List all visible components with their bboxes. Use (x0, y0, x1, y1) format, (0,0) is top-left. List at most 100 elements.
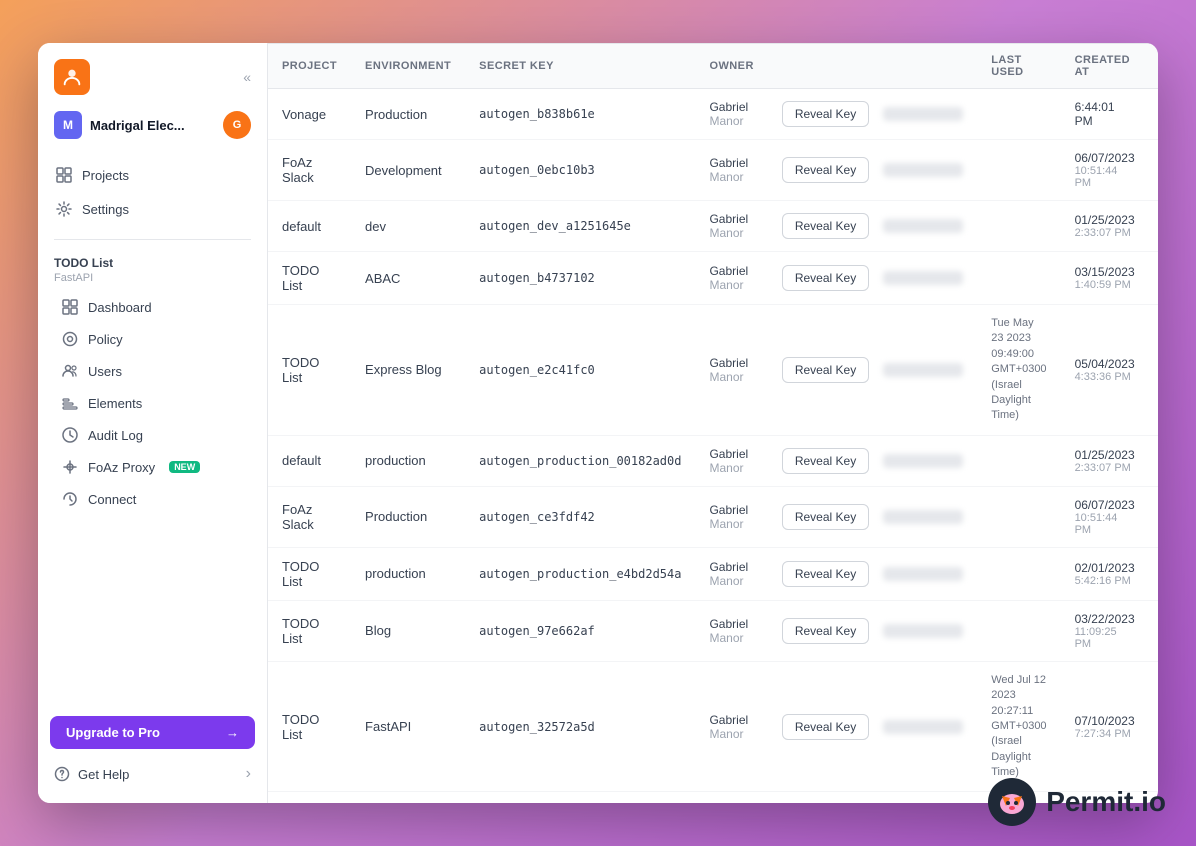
cell-reveal[interactable]: Reveal Key (768, 305, 977, 436)
cell-project: TODO List (268, 547, 351, 600)
reveal-key-button[interactable]: Reveal Key (782, 265, 869, 291)
cell-project: TODO List (268, 600, 351, 661)
grid-icon (56, 167, 72, 183)
cell-secret-key: autogen_ce3fdf42 (465, 486, 695, 547)
cell-actions[interactable]: ⋮ (1149, 486, 1158, 547)
reveal-key-button[interactable]: Reveal Key (782, 448, 869, 474)
cell-owner: GabrielManor (695, 89, 767, 140)
table-row: FoAz SlackProductionautogen_ce3fdf42Gabr… (268, 486, 1158, 547)
cell-project: TODO List (268, 792, 351, 803)
cell-actions[interactable]: ⋮ (1149, 252, 1158, 305)
col-owner: Owner (695, 44, 767, 89)
cell-actions[interactable]: ⋮ (1149, 89, 1158, 140)
app-window: « M Madrigal Elec... G Projects (38, 43, 1158, 803)
reveal-key-button[interactable]: Reveal Key (782, 561, 869, 587)
sidebar-collapse-button[interactable]: « (243, 69, 251, 85)
cell-owner: GabrielManor (695, 661, 767, 792)
cell-actions[interactable]: ⋮ (1149, 435, 1158, 486)
cell-actions[interactable]: ⋮ (1149, 600, 1158, 661)
cell-reveal[interactable]: Reveal Key (768, 661, 977, 792)
table-row: VonageProductionautogen_b838b61eGabrielM… (268, 89, 1158, 140)
cell-last-used (977, 486, 1060, 547)
get-help-row[interactable]: Get Help › (50, 757, 255, 791)
project-subtitle: FastAPI (54, 272, 251, 284)
reveal-key-button[interactable]: Reveal Key (782, 157, 869, 183)
sidebar-item-audit-log[interactable]: Audit Log (54, 420, 251, 450)
sidebar-item-dashboard[interactable]: Dashboard (54, 292, 251, 322)
cell-reveal[interactable]: Reveal Key (768, 600, 977, 661)
sidebar-item-policy[interactable]: Policy (54, 324, 251, 354)
cell-reveal[interactable]: Reveal Key (768, 201, 977, 252)
cell-actions[interactable]: ⋮ (1149, 140, 1158, 201)
table-row: TODO ListFastAPIautogen_32572a5dGabrielM… (268, 661, 1158, 792)
reveal-key-button[interactable]: Reveal Key (782, 504, 869, 530)
cell-reveal[interactable]: Reveal Key (768, 792, 977, 803)
cell-environment: Express Blog (351, 305, 465, 436)
audit-log-label: Audit Log (88, 428, 143, 443)
cell-project: TODO List (268, 305, 351, 436)
cell-owner: GabrielManor (695, 547, 767, 600)
cell-created-at: 03/15/20231:40:59 PM (1061, 252, 1149, 305)
cell-reveal[interactable]: Reveal Key (768, 89, 977, 140)
reveal-key-button[interactable]: Reveal Key (782, 714, 869, 740)
get-help-label: Get Help (78, 767, 129, 782)
reveal-key-button[interactable]: Reveal Key (782, 213, 869, 239)
cell-actions[interactable]: ⋮ (1149, 547, 1158, 600)
new-badge: NEW (169, 461, 200, 473)
settings-label: Settings (82, 202, 129, 217)
cell-reveal[interactable]: Reveal Key (768, 547, 977, 600)
reveal-key-button[interactable]: Reveal Key (782, 357, 869, 383)
cell-reveal[interactable]: Reveal Key (768, 252, 977, 305)
sidebar-item-projects[interactable]: Projects (46, 159, 259, 191)
sidebar-item-users[interactable]: Users (54, 356, 251, 386)
cell-created-at: 03/22/202311:09:25 PM (1061, 600, 1149, 661)
blurred-key (883, 219, 963, 233)
sidebar-header: « (38, 43, 267, 103)
cell-project: Vonage (268, 89, 351, 140)
cell-owner: GabrielManor (695, 486, 767, 547)
cell-last-used (977, 252, 1060, 305)
projects-label: Projects (82, 168, 129, 183)
cell-owner: GabrielManor (695, 201, 767, 252)
sidebar-item-connect[interactable]: Connect (54, 484, 251, 514)
blurred-key (883, 567, 963, 581)
cell-last-used: Tue May 23 2023 09:49:00GMT+0300 (Israel… (977, 305, 1060, 436)
cell-actions[interactable]: ⋮ (1149, 305, 1158, 436)
sidebar-item-elements[interactable]: Elements (54, 388, 251, 418)
cell-environment: production (351, 547, 465, 600)
upgrade-label: Upgrade to Pro (66, 725, 160, 740)
table-container[interactable]: Project Environment Secret Key Owner Las… (268, 43, 1158, 803)
table-row: defaultdevautogen_dev_a1251645eGabrielMa… (268, 201, 1158, 252)
user-avatar: G (223, 111, 251, 139)
cell-reveal[interactable]: Reveal Key (768, 140, 977, 201)
upgrade-to-pro-button[interactable]: Upgrade to Pro → (50, 716, 255, 749)
cell-environment: Production (351, 486, 465, 547)
cell-project: FoAz Slack (268, 140, 351, 201)
connect-label: Connect (88, 492, 136, 507)
table-row: TODO ListABACautogen_b4737102GabrielMano… (268, 252, 1158, 305)
workspace-row: M Madrigal Elec... G (38, 103, 267, 147)
cell-created-at: 06/07/202310:51:44 PM (1061, 486, 1149, 547)
cell-reveal[interactable]: Reveal Key (768, 486, 977, 547)
cell-reveal[interactable]: Reveal Key (768, 435, 977, 486)
sidebar-item-foaz-proxy[interactable]: FoAz Proxy NEW (54, 452, 251, 482)
cell-project: TODO List (268, 661, 351, 792)
reveal-key-button[interactable]: Reveal Key (782, 618, 869, 644)
blurred-key (883, 163, 963, 177)
cell-secret-key: autogen_b838b61e (465, 89, 695, 140)
elements-label: Elements (88, 396, 142, 411)
workspace-icon: M (54, 111, 82, 139)
reveal-key-button[interactable]: Reveal Key (782, 101, 869, 127)
cell-actions[interactable]: ⋮ (1149, 201, 1158, 252)
col-environment: Environment (351, 44, 465, 89)
cell-actions[interactable]: ⋮ (1149, 661, 1158, 792)
cell-owner: GabrielManor (695, 140, 767, 201)
cell-project: FoAz Slack (268, 486, 351, 547)
blurred-key (883, 720, 963, 734)
cell-last-used: Wed Jul 12 2023 20:27:11GMT+0300 (Israel… (977, 661, 1060, 792)
sidebar-item-settings[interactable]: Settings (46, 193, 259, 225)
cell-owner: GabrielManor (695, 252, 767, 305)
blurred-key (883, 107, 963, 121)
connect-icon (62, 491, 78, 507)
sidebar-divider (54, 239, 251, 240)
